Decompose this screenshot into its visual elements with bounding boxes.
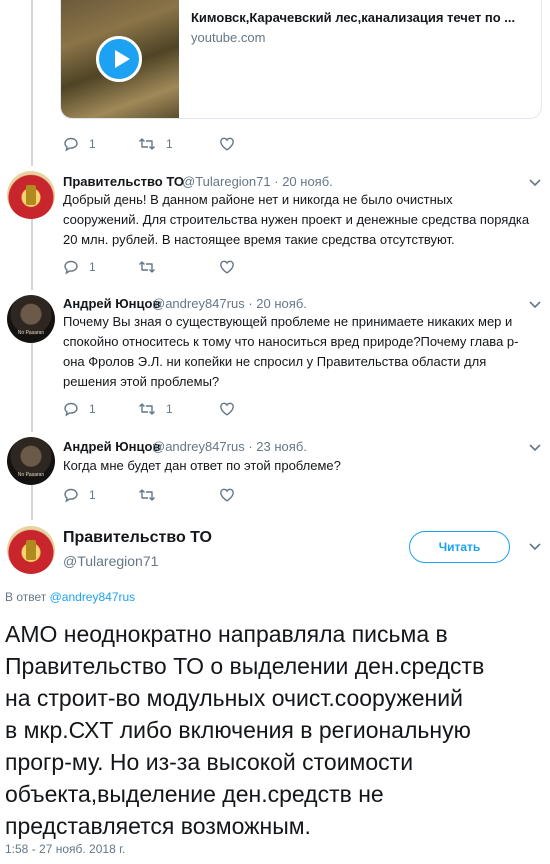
like-button[interactable]: [219, 259, 235, 275]
main-tweet-text-line: на строит-во модульных очист.сооружений: [5, 685, 463, 711]
meta-separator: ·: [248, 296, 253, 311]
tweet-text-line: Добрый день! В данном районе нет и никог…: [63, 192, 453, 207]
retweet-button[interactable]: 1: [138, 401, 173, 417]
retweet-count: 1: [166, 137, 173, 151]
tweet-meta: @andrey847rus · 23 нояб.: [152, 439, 307, 454]
tweet-meta: @Tularegion71 · 20 нояб.: [182, 174, 333, 189]
tweet-author-name[interactable]: Андрей Юнцов: [63, 296, 160, 311]
main-tweet-text-line: Правительство ТО о выделении ден.средств: [5, 653, 485, 679]
avatar[interactable]: [7, 171, 55, 219]
heart-icon: [220, 260, 234, 274]
avatar[interactable]: [7, 526, 55, 574]
meta-separator: ·: [248, 439, 253, 454]
retweet-icon: [139, 489, 155, 501]
retweet-icon: [139, 261, 155, 273]
chevron-down-icon[interactable]: [528, 300, 542, 310]
tweet-author-name[interactable]: Правительство ТО: [63, 174, 184, 189]
card-title: Кимовск,Карачевский лес,канализация тече…: [191, 10, 516, 25]
like-button[interactable]: [219, 401, 235, 417]
main-tweet-author-name[interactable]: Правительство ТО: [63, 529, 212, 547]
reply-count: 1: [89, 260, 96, 274]
tweet-text-line: Когда мне будет дан ответ по этой пробле…: [63, 458, 341, 473]
video-thumbnail[interactable]: [61, 0, 179, 118]
reply-button[interactable]: 1: [63, 136, 96, 152]
tweet-actions: 1 1: [63, 401, 323, 421]
avatar-caption: No Pasaran: [17, 330, 45, 336]
tweet-date[interactable]: 20 нояб.: [256, 296, 307, 311]
meta-separator: ·: [274, 174, 279, 189]
link-preview-card[interactable]: Кимовск,Карачевский лес,канализация тече…: [60, 0, 542, 119]
main-tweet-text-line: объекта,выделение ден.средств не: [5, 781, 384, 807]
retweet-icon: [139, 403, 155, 415]
reply-icon: [64, 137, 78, 152]
main-tweet-text-line: АМО неоднократно направляла письма в: [5, 621, 448, 647]
thread-line: [31, 484, 33, 520]
tweet-actions: 1: [63, 487, 323, 507]
retweet-button[interactable]: 1: [138, 136, 173, 152]
main-tweet-text-line: в мкр.СХТ либо включения в региональную: [5, 717, 471, 743]
main-tweet-text-line: представляется возможным.: [5, 813, 311, 839]
reply-icon: [64, 402, 78, 417]
tweet-text-line: она Фролов Э.Л. ни копейки не спросил у …: [63, 354, 487, 369]
tweet-date[interactable]: 23 нояб.: [256, 439, 307, 454]
tweet-handle[interactable]: @andrey847rus: [152, 439, 245, 454]
reply-to-line: В ответ @andrey847rus: [5, 590, 135, 604]
tweet-text-line: сооружений. Для строительства нужен прое…: [63, 212, 530, 227]
retweet-icon: [139, 138, 155, 150]
avatar-caption: No Pasaran: [17, 472, 45, 478]
tweet-text-line: решения этой проблемы?: [63, 374, 220, 389]
reply-button[interactable]: 1: [63, 401, 96, 417]
chevron-down-icon[interactable]: [528, 178, 542, 188]
tweet-text: Добрый день! В данном районе нет и никог…: [63, 190, 543, 250]
reply-icon: [64, 260, 78, 275]
follow-button[interactable]: Читать: [409, 531, 510, 563]
main-tweet-handle[interactable]: @Tularegion71: [63, 553, 158, 569]
tweet-handle[interactable]: @Tularegion71: [182, 174, 271, 189]
reply-to-prefix: В ответ: [5, 590, 47, 604]
reply-button[interactable]: 1: [63, 487, 96, 503]
main-tweet-text-line: прогр-му. Но из-за высокой стоимости: [5, 749, 414, 775]
reply-to-handle[interactable]: @andrey847rus: [50, 590, 136, 604]
thread-line: [31, 342, 33, 432]
tweet-actions: 1 1: [63, 136, 323, 156]
avatar[interactable]: No Pasaran: [7, 437, 55, 485]
coat-of-arms-icon: [26, 540, 36, 560]
retweet-count: 1: [166, 402, 173, 416]
tweet-text: Почему Вы зная о существующей проблеме н…: [63, 312, 543, 392]
heart-icon: [220, 402, 234, 416]
chevron-down-icon[interactable]: [528, 542, 542, 552]
tweet-text-line: спокойно относитесь к тому что наноситьс…: [63, 334, 519, 349]
tweet-author-name[interactable]: Андрей Юнцов: [63, 439, 160, 454]
tweet-date[interactable]: 20 нояб.: [282, 174, 333, 189]
reply-count: 1: [89, 137, 96, 151]
thread-line: [31, 0, 33, 166]
reply-button[interactable]: 1: [63, 259, 96, 275]
like-button[interactable]: [219, 487, 235, 503]
main-tweet-text: АМО неоднократно направляла письма в Пра…: [5, 618, 545, 842]
main-tweet-timestamp[interactable]: 1:58 - 27 нояб. 2018 г.: [5, 842, 125, 856]
thread-line: [31, 218, 33, 290]
retweet-button[interactable]: [138, 259, 166, 275]
like-button[interactable]: [219, 136, 235, 152]
tweet-actions: 1: [63, 259, 323, 279]
reply-count: 1: [89, 488, 96, 502]
tweet-meta: @andrey847rus · 20 нояб.: [152, 296, 307, 311]
card-domain: youtube.com: [191, 30, 266, 45]
coat-of-arms-icon: [26, 185, 36, 205]
avatar[interactable]: No Pasaran: [7, 295, 55, 343]
retweet-button[interactable]: [138, 487, 166, 503]
tweet-text-line: Почему Вы зная о существующей проблеме н…: [63, 314, 513, 329]
chevron-down-icon[interactable]: [528, 443, 542, 453]
tweet-text: Когда мне будет дан ответ по этой пробле…: [63, 456, 543, 476]
heart-icon: [220, 488, 234, 502]
tweet-handle[interactable]: @andrey847rus: [152, 296, 245, 311]
heart-icon: [220, 137, 234, 151]
reply-icon: [64, 488, 78, 503]
tweet-text-line: 20 млн. рублей. В настоящее время такие …: [63, 232, 455, 247]
reply-count: 1: [89, 402, 96, 416]
play-icon[interactable]: [96, 36, 142, 82]
